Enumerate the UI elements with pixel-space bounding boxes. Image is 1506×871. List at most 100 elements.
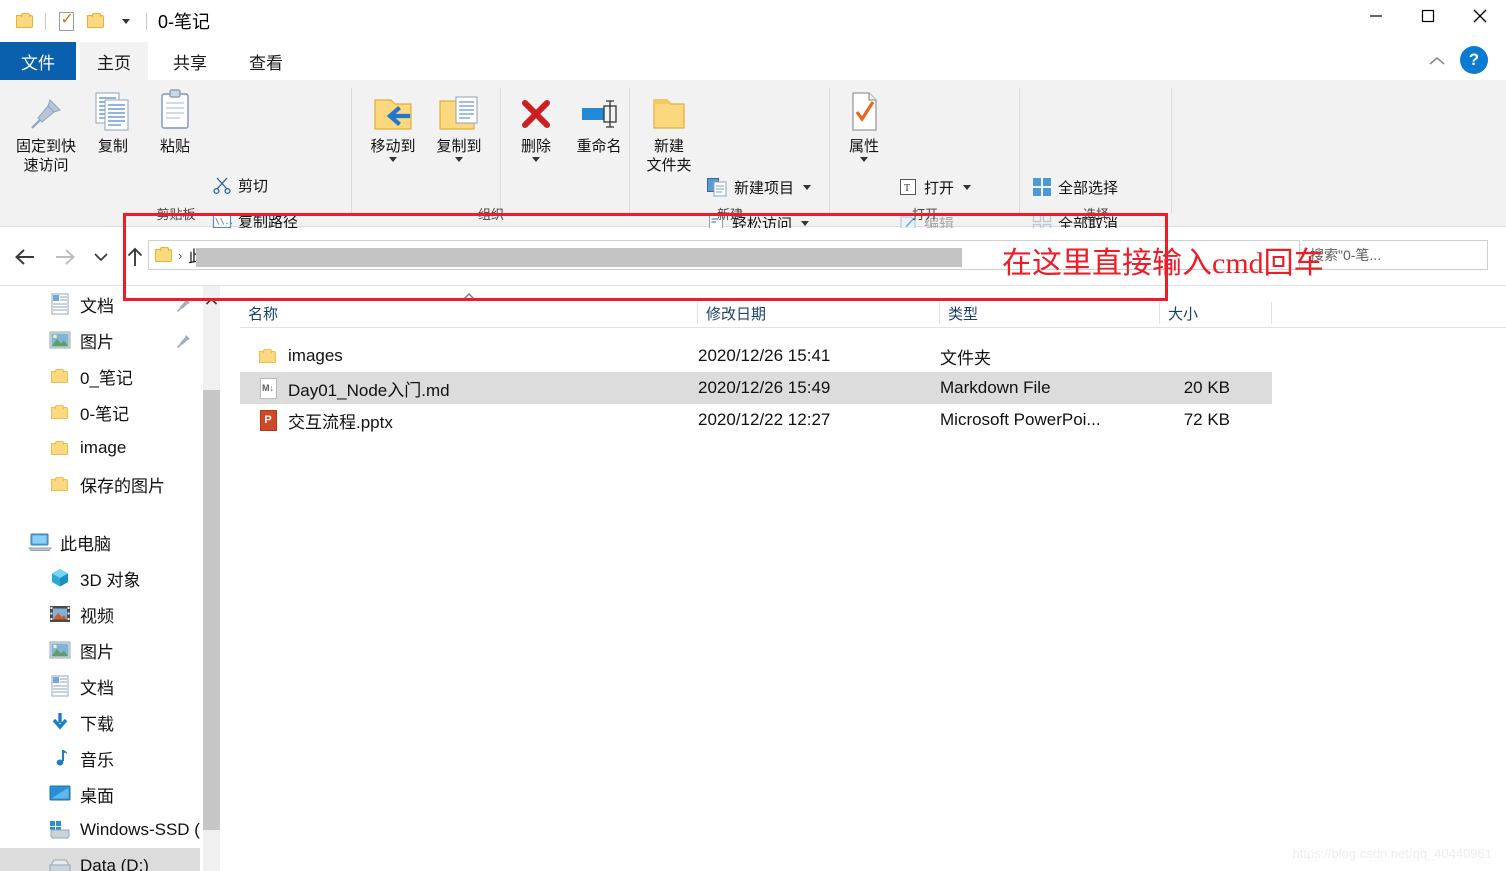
ribbon-group-new: 新建 文件夹 新建项目 轻松访问 新建 xyxy=(630,80,830,233)
sidebar-item-data-d[interactable]: Data (D:) xyxy=(0,848,200,871)
this-pc-icon xyxy=(28,530,52,554)
chevron-down-icon[interactable] xyxy=(455,157,463,162)
sidebar-item-desktop[interactable]: 桌面 xyxy=(0,776,200,812)
file-type: 文件夹 xyxy=(940,348,991,368)
ribbon-group-clipboard: 固定到快 速访问 复制 粘贴 剪切 \\. 复制路径 剪贴板 xyxy=(0,80,352,263)
folder-icon xyxy=(48,436,72,460)
table-row[interactable]: M↓ Day01_Node入门.md 2020/12/26 15:49 Mark… xyxy=(240,372,1272,404)
properties-button[interactable]: 属性 xyxy=(836,86,892,162)
close-button[interactable] xyxy=(1454,0,1506,32)
pin-label-line2: 速访问 xyxy=(23,157,69,174)
pin-icon xyxy=(26,86,66,134)
music-icon xyxy=(48,746,72,770)
chevron-down-icon[interactable] xyxy=(532,157,540,162)
column-header-size[interactable]: 大小 xyxy=(1160,298,1272,328)
paste-button[interactable]: 粘贴 xyxy=(146,86,204,156)
recent-locations-caret-icon[interactable] xyxy=(84,240,118,274)
videos-icon xyxy=(48,602,72,626)
properties-icon[interactable] xyxy=(51,6,81,36)
new-item-button[interactable]: 新建项目 xyxy=(706,172,812,202)
sidebar-item-videos[interactable]: 视频 xyxy=(0,596,200,632)
delete-button[interactable]: 删除 xyxy=(508,86,564,162)
sidebar-item-label: Data (D:) xyxy=(80,856,149,871)
rename-icon xyxy=(576,86,622,134)
back-arrow-icon[interactable] xyxy=(8,240,42,274)
navigation-pane[interactable]: 文档 图片 0_笔记 0-笔记 image 保存的图片 此电脑 3D 对象 视频… xyxy=(0,286,200,871)
sidebar-item-documents-qa[interactable]: 文档 xyxy=(0,286,200,322)
sidebar-scrollbar-thumb[interactable] xyxy=(203,390,220,830)
rename-button[interactable]: 重命名 xyxy=(568,86,630,156)
ribbon-group-label-select: 选择 xyxy=(1082,207,1109,222)
search-input[interactable]: 搜索"0-笔... xyxy=(1302,240,1488,270)
folder-icon[interactable] xyxy=(10,6,40,36)
sidebar-item-saved-pictures[interactable]: 保存的图片 xyxy=(0,466,200,502)
open-with-button[interactable]: T 打开 xyxy=(898,172,972,202)
minimize-button[interactable] xyxy=(1350,0,1402,32)
ribbon-tab-row: 文件 主页 共享 查看 xyxy=(0,42,1506,80)
divider xyxy=(500,88,501,213)
tab-file[interactable]: 文件 xyxy=(0,42,76,80)
forward-arrow-icon[interactable] xyxy=(48,240,82,274)
ribbon-group-label-clipboard: 剪贴板 xyxy=(156,207,196,222)
tab-home[interactable]: 主页 xyxy=(80,42,148,80)
divider[interactable] xyxy=(1271,302,1272,324)
file-name: images xyxy=(288,346,343,365)
table-row[interactable]: images 2020/12/26 15:41 文件夹 xyxy=(240,340,1272,372)
cut-button[interactable]: 剪切 xyxy=(212,170,268,200)
column-label: 名称 xyxy=(248,305,279,323)
new-folder-button[interactable]: 新建 文件夹 xyxy=(638,86,700,175)
new-folder-icon[interactable] xyxy=(81,6,111,36)
sidebar-item-3d-objects[interactable]: 3D 对象 xyxy=(0,560,200,596)
sidebar-item-notes-dash[interactable]: 0-笔记 xyxy=(0,394,200,430)
sidebar-item-music[interactable]: 音乐 xyxy=(0,740,200,776)
chevron-up-icon[interactable] xyxy=(1420,44,1454,78)
maximize-button[interactable] xyxy=(1402,0,1454,32)
chevron-down-icon[interactable] xyxy=(803,184,812,190)
column-header-type[interactable]: 类型 xyxy=(940,298,1160,328)
sidebar-item-image[interactable]: image xyxy=(0,430,200,466)
sidebar-item-documents[interactable]: 文档 xyxy=(0,668,200,704)
pin-icon[interactable] xyxy=(176,297,192,318)
file-size: 20 KB xyxy=(1183,378,1230,397)
copy-to-button[interactable]: 复制到 xyxy=(428,86,490,162)
copy-label: 复制 xyxy=(97,138,128,155)
sidebar-item-pictures[interactable]: 图片 xyxy=(0,632,200,668)
tab-share[interactable]: 共享 xyxy=(156,42,224,80)
column-label: 类型 xyxy=(948,305,979,323)
divider xyxy=(1171,88,1172,213)
sidebar-item-pictures-qa[interactable]: 图片 xyxy=(0,322,200,358)
chevron-down-icon[interactable] xyxy=(389,157,397,162)
select-all-button[interactable]: 全部选择 xyxy=(1032,172,1118,202)
column-header-date-modified[interactable]: 修改日期 xyxy=(698,298,940,328)
sidebar-item-label: 图片 xyxy=(80,642,114,662)
customize-qat-caret-icon[interactable] xyxy=(111,6,141,36)
pin-icon[interactable] xyxy=(176,333,192,354)
open-with-label: 打开 xyxy=(924,179,955,197)
table-row[interactable]: P 交互流程.pptx 2020/12/22 12:27 Microsoft P… xyxy=(240,404,1272,436)
sidebar-item-windows-ssd[interactable]: Windows-SSD ( xyxy=(0,812,200,848)
paste-label: 粘贴 xyxy=(159,138,190,155)
help-button[interactable]: ? xyxy=(1460,46,1488,74)
up-arrow-icon[interactable] xyxy=(118,240,152,274)
sidebar-scroll-up-icon[interactable] xyxy=(203,292,220,310)
chevron-down-icon[interactable] xyxy=(963,184,972,190)
move-to-button[interactable]: 移动到 xyxy=(362,86,424,162)
tab-view[interactable]: 查看 xyxy=(232,42,300,80)
folder-icon xyxy=(155,246,173,263)
annotation-text: 在这里直接输入cmd回车 xyxy=(1002,247,1324,280)
markdown-icon: M↓ xyxy=(254,377,282,399)
watermark: https://blog.csdn.net/qq_40440961 xyxy=(1292,846,1493,861)
copy-button[interactable]: 复制 xyxy=(84,86,142,156)
pin-to-quick-access-button[interactable]: 固定到快 速访问 xyxy=(10,86,82,175)
chevron-down-icon[interactable] xyxy=(860,157,868,162)
path-redaction-overlay xyxy=(196,248,962,267)
select-all-icon xyxy=(1033,178,1051,196)
window-title: 0-笔记 xyxy=(158,12,211,32)
sidebar-item-this-pc[interactable]: 此电脑 xyxy=(0,524,200,560)
pictures-icon xyxy=(48,638,72,662)
paste-icon xyxy=(156,86,194,134)
file-list[interactable]: images 2020/12/26 15:41 文件夹 M↓ Day01_Nod… xyxy=(240,340,1506,450)
sidebar-item-downloads[interactable]: 下载 xyxy=(0,704,200,740)
sidebar-item-notes-underscore[interactable]: 0_笔记 xyxy=(0,358,200,394)
